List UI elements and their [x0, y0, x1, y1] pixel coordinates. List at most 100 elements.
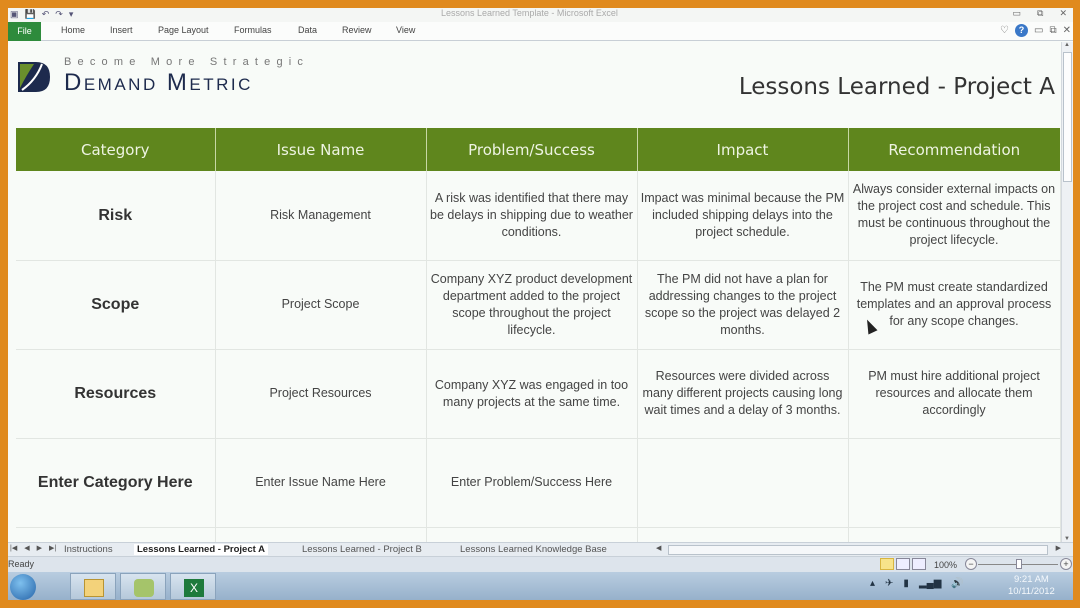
- green-app-icon: [134, 579, 154, 597]
- windows-taskbar: X ▴ ✈ ▮ ▂▄▆ 🔊 9:21 AM 10/11/2012: [8, 572, 1073, 600]
- scroll-right-icon[interactable]: ▶: [1056, 544, 1061, 552]
- customize-qat-icon[interactable]: ▾: [69, 9, 74, 20]
- taskbar-excel[interactable]: X: [170, 573, 216, 600]
- sheet-tab-project-a[interactable]: Lessons Learned - Project A: [134, 544, 268, 555]
- recommendation-cell[interactable]: PM must hire additional project resource…: [848, 349, 1061, 439]
- zoom-level[interactable]: 100%: [934, 560, 957, 570]
- header-category[interactable]: Category: [16, 128, 216, 171]
- save-icon[interactable]: 💾: [25, 9, 36, 20]
- clock-time: 9:21 AM: [1013, 574, 1049, 585]
- header-problem-success[interactable]: Problem/Success: [426, 128, 638, 171]
- workbook-close-icon[interactable]: ✕: [1063, 25, 1071, 36]
- minimize-ribbon-icon[interactable]: ♡: [1000, 25, 1009, 36]
- satellite-icon[interactable]: ✈: [885, 578, 893, 589]
- problem-cell[interactable]: Company XYZ was engaged in too many proj…: [426, 349, 638, 439]
- table-row: Enter Category Here Enter Issue Name Her…: [16, 438, 1061, 528]
- next-sheet-icon[interactable]: ▶: [37, 544, 42, 552]
- lessons-learned-table: Category Issue Name Problem/Success Impa…: [16, 128, 1061, 548]
- scroll-left-icon[interactable]: ◀: [656, 544, 661, 552]
- tab-view[interactable]: View: [396, 25, 415, 35]
- problem-cell[interactable]: Company XYZ product development departme…: [426, 260, 638, 350]
- view-buttons: [880, 558, 926, 570]
- sheet-tab-instructions[interactable]: Instructions: [64, 544, 113, 555]
- status-ready: Ready: [8, 559, 35, 569]
- clock-date: 10/11/2012: [1008, 586, 1055, 597]
- impact-cell[interactable]: Resources were divided across many diffe…: [637, 349, 849, 439]
- tab-formulas[interactable]: Formulas: [234, 25, 272, 35]
- issue-cell[interactable]: Project Resources: [215, 349, 427, 439]
- tab-file[interactable]: File: [8, 22, 41, 41]
- power-icon[interactable]: ▮: [903, 578, 909, 589]
- vertical-scroll-thumb[interactable]: [1063, 52, 1072, 182]
- minimize-icon[interactable]: ▭: [1013, 8, 1022, 19]
- ribbon-tabs: File Home Insert Page Layout Formulas Da…: [8, 22, 1073, 41]
- volume-icon[interactable]: 🔊: [951, 578, 963, 589]
- workbook-minimize-icon[interactable]: ▭: [1034, 25, 1043, 36]
- status-bar: Ready 100% − +: [8, 556, 1073, 572]
- last-sheet-icon[interactable]: ▶|: [49, 544, 56, 552]
- tab-data[interactable]: Data: [298, 25, 317, 35]
- page-title: Lessons Learned - Project A: [738, 74, 1055, 100]
- excel-app-icon: ▣: [10, 9, 19, 19]
- recommendation-cell[interactable]: [848, 438, 1061, 528]
- recommendation-cell[interactable]: The PM must create standardized template…: [848, 260, 1061, 350]
- prev-sheet-icon[interactable]: ◀: [24, 544, 29, 552]
- folder-icon: [84, 579, 104, 597]
- sheet-tab-project-b[interactable]: Lessons Learned - Project B: [302, 544, 422, 555]
- table-row: Resources Project Resources Company XYZ …: [16, 349, 1061, 439]
- worksheet[interactable]: Become More Strategic Demand Metric Less…: [8, 42, 1061, 548]
- header-recommendation[interactable]: Recommendation: [848, 128, 1060, 171]
- vertical-scrollbar[interactable]: ▲ ▼: [1061, 42, 1073, 542]
- impact-cell[interactable]: [637, 438, 849, 528]
- first-sheet-icon[interactable]: |◀: [10, 544, 17, 552]
- category-cell[interactable]: Scope: [16, 260, 216, 350]
- close-icon[interactable]: ✕: [1059, 8, 1067, 19]
- sheet-nav: |◀ ◀ ▶ ▶|: [10, 544, 56, 552]
- horizontal-scroll-thumb[interactable]: [668, 545, 1048, 555]
- category-cell[interactable]: Resources: [16, 349, 216, 439]
- problem-cell[interactable]: A risk was identified that there may be …: [426, 171, 638, 261]
- header-issue-name[interactable]: Issue Name: [215, 128, 427, 171]
- taskbar-explorer[interactable]: [70, 573, 116, 600]
- help-icon[interactable]: ?: [1015, 24, 1029, 37]
- network-icon[interactable]: ▂▄▆: [919, 578, 941, 589]
- scroll-up-icon[interactable]: ▲: [1064, 42, 1070, 48]
- sheet-tabs-bar: |◀ ◀ ▶ ▶| Instructions Lessons Learned -…: [8, 542, 1073, 556]
- issue-cell[interactable]: Enter Issue Name Here: [215, 438, 427, 528]
- issue-cell[interactable]: Risk Management: [215, 171, 427, 261]
- window-title: Lessons Learned Template - Microsoft Exc…: [441, 8, 618, 18]
- page-break-view-icon[interactable]: [912, 558, 926, 570]
- ribbon-right-controls: ♡ ? ▭ ⧉ ✕: [1000, 24, 1071, 37]
- page-layout-view-icon[interactable]: [896, 558, 910, 570]
- zoom-out-icon[interactable]: −: [965, 558, 977, 570]
- normal-view-icon[interactable]: [880, 558, 894, 570]
- logo-mark-icon: [18, 62, 50, 92]
- category-cell[interactable]: Enter Category Here: [16, 438, 216, 528]
- clock[interactable]: 9:21 AM 10/11/2012: [1008, 574, 1055, 598]
- undo-icon[interactable]: ↶: [42, 9, 50, 20]
- sheet-tab-knowledge-base[interactable]: Lessons Learned Knowledge Base: [460, 544, 607, 555]
- zoom-slider-thumb[interactable]: [1016, 559, 1022, 569]
- restore-icon[interactable]: ⧉: [1037, 8, 1043, 19]
- zoom-in-icon[interactable]: +: [1060, 558, 1072, 570]
- header-impact[interactable]: Impact: [637, 128, 849, 171]
- taskbar-app[interactable]: [120, 573, 166, 600]
- impact-cell[interactable]: The PM did not have a plan for addressin…: [637, 260, 849, 350]
- recommendation-cell[interactable]: Always consider external impacts on the …: [848, 171, 1061, 261]
- start-button[interactable]: [10, 574, 36, 600]
- tab-review[interactable]: Review: [342, 25, 372, 35]
- horizontal-scrollbar[interactable]: ◀ ▶: [656, 545, 1061, 555]
- issue-cell[interactable]: Project Scope: [215, 260, 427, 350]
- tab-home[interactable]: Home: [61, 25, 85, 35]
- category-cell[interactable]: Risk: [16, 171, 216, 261]
- redo-icon[interactable]: ↷: [55, 9, 63, 20]
- tab-page-layout[interactable]: Page Layout: [158, 25, 209, 35]
- window-controls: ▭ ⧉ ✕: [1013, 8, 1068, 19]
- workbook-restore-icon[interactable]: ⧉: [1049, 25, 1056, 36]
- logo-tagline: Become More Strategic: [64, 56, 310, 68]
- system-tray: ▴ ✈ ▮ ▂▄▆ 🔊: [870, 578, 964, 589]
- impact-cell[interactable]: Impact was minimal because the PM includ…: [637, 171, 849, 261]
- tab-insert[interactable]: Insert: [110, 25, 133, 35]
- problem-cell[interactable]: Enter Problem/Success Here: [426, 438, 638, 528]
- show-hidden-icons[interactable]: ▴: [870, 578, 875, 589]
